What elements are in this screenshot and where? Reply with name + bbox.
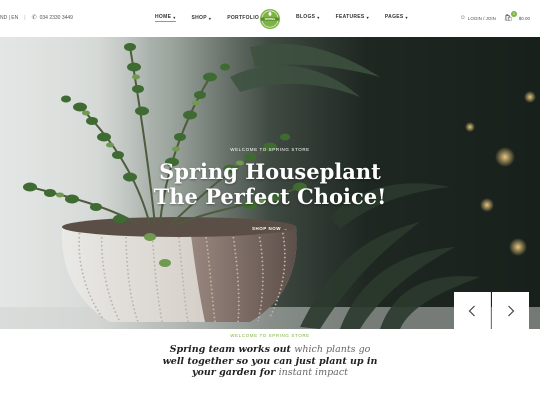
account-label: LOGIN / JOIN <box>467 15 496 21</box>
cart-count-badge: 0 <box>510 11 517 17</box>
intro-text-bold: your garden for <box>192 367 276 378</box>
chevron-left-icon <box>468 305 475 316</box>
intro-text-light: instant impact <box>278 367 348 378</box>
main-nav-right: Blogs ▾ Features ▾ Pages ▾ <box>296 14 408 20</box>
user-icon: ☺ <box>459 15 466 21</box>
intro-text-light: which plants go <box>294 344 371 355</box>
chevron-down-icon: ▾ <box>366 14 369 20</box>
arrow-right-icon: → <box>282 226 288 231</box>
nav-label: Shop <box>191 15 207 21</box>
phone-number: 034 2330 3449 <box>39 14 73 21</box>
header-actions: ☺ LOGIN / JOIN 🛍 0 $0.00 <box>460 11 530 22</box>
chevron-down-icon: ▾ <box>208 15 212 21</box>
chevron-down-icon: ▾ <box>317 14 320 20</box>
slider-next-button[interactable] <box>492 292 529 329</box>
cta-label: Shop Now <box>252 226 281 231</box>
account-link[interactable]: ☺ LOGIN / JOIN <box>460 15 496 21</box>
logo-text: SPRING <box>265 17 276 21</box>
header-contact: ND | EN | ✆ 034 2330 3449 <box>0 14 73 22</box>
cart-button[interactable]: 🛍 0 $0.00 <box>504 11 530 22</box>
welcome-kicker: Welcome to Spring Store <box>230 333 310 338</box>
chevron-down-icon: ▾ <box>405 14 408 20</box>
nav-shop[interactable]: Shop ▾ <box>192 14 212 22</box>
nav-label: Blogs <box>296 14 316 20</box>
nav-label: Home <box>155 14 172 20</box>
chevron-right-icon <box>507 305 514 316</box>
logo-badge-icon: SPRING <box>260 9 280 29</box>
nav-blogs[interactable]: Blogs ▾ <box>296 14 320 20</box>
site-header: ND | EN | ✆ 034 2330 3449 Home ▾ Shop ▾ Po… <box>0 0 540 37</box>
hero-kicker: Welcome to Spring Store <box>230 147 310 152</box>
hero-title-line1: Spring Houseplant <box>159 159 381 184</box>
shopping-bag-icon: 🛍 0 <box>504 11 517 22</box>
nav-features[interactable]: Features ▾ <box>336 14 369 20</box>
nav-label: Portfolio <box>227 15 260 21</box>
divider: | <box>24 14 26 21</box>
welcome-intro-text: Spring team works out which plants go we… <box>150 344 390 379</box>
main-nav-left: Home▾ Shop▾ Portfolio▾ <box>155 14 263 22</box>
nav-label: Features <box>335 14 365 20</box>
nav-label: Pages <box>384 14 404 20</box>
language-switcher[interactable]: ND | EN <box>0 15 18 21</box>
nav-home[interactable]: Home ▾ <box>155 14 176 22</box>
slider-prev-button[interactable] <box>454 292 491 329</box>
hero-title-line2: The Perfect Choice! <box>153 184 387 209</box>
nav-pages[interactable]: Pages ▾ <box>385 14 408 20</box>
chevron-down-icon: ▾ <box>173 14 176 20</box>
intro-text-bold: Spring team works out <box>169 344 291 355</box>
site-logo[interactable]: SPRING <box>258 8 282 30</box>
hero-slider: Welcome to Spring Store Spring Houseplan… <box>0 37 540 329</box>
cart-total: $0.00 <box>518 15 530 21</box>
intro-text-bold: well together so you can just plant up i… <box>162 355 378 367</box>
phone-icon: ✆ <box>31 15 37 21</box>
shop-now-button[interactable]: Shop Now → <box>0 226 540 231</box>
